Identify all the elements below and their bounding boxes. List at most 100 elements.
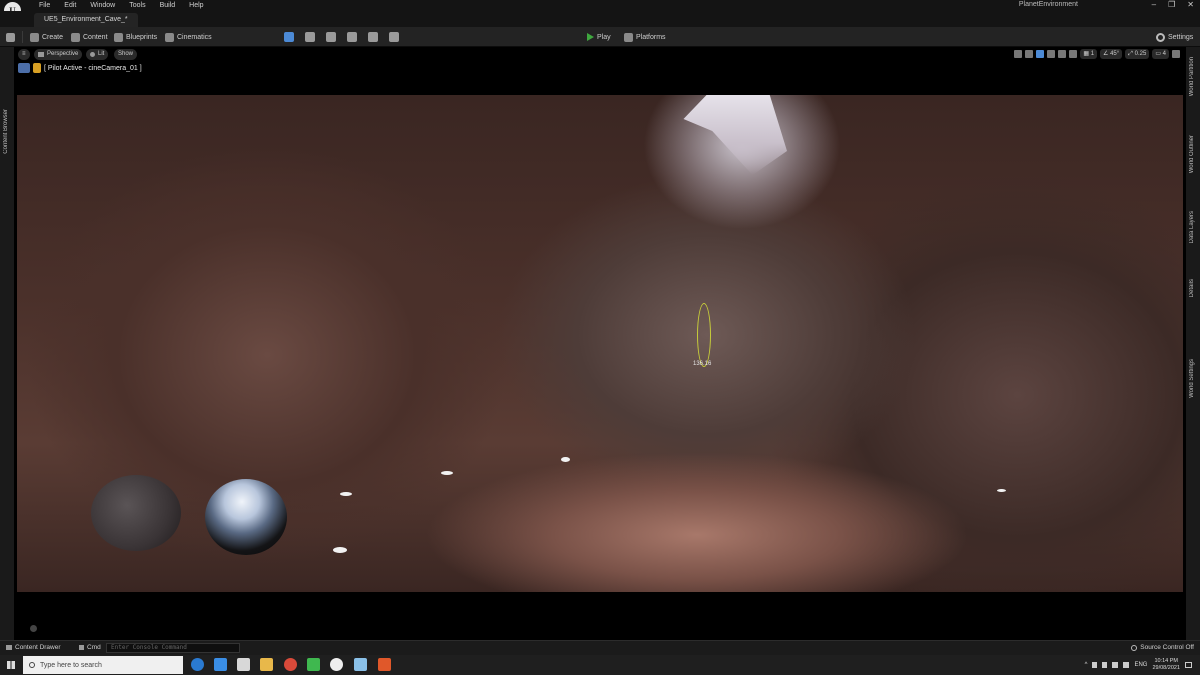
unreal-taskbar-icon[interactable] [330, 658, 343, 671]
menu-window[interactable]: Window [83, 1, 122, 10]
cinematics-icon [165, 32, 174, 42]
reference-sphere-rough [91, 475, 181, 551]
taskbar-search[interactable]: Type here to search [23, 656, 183, 674]
menu-edit[interactable]: Edit [57, 1, 83, 10]
rotate-icon[interactable] [1036, 50, 1045, 58]
mail-icon[interactable] [214, 658, 227, 671]
level-viewport[interactable]: ≡ Perspective Lit Show ▦ 1 ∠ 45° ⤢ 0.25 … [14, 47, 1186, 640]
file-explorer-icon[interactable] [260, 658, 273, 671]
world-settings-tab[interactable]: World Settings [1189, 359, 1195, 398]
fracture-mode-icon[interactable] [368, 32, 378, 42]
spec-highlight [333, 547, 347, 553]
spec-highlight [997, 489, 1006, 492]
pilot-indicator: [ Pilot Active - cineCamera_01 ] [18, 63, 142, 73]
main-toolbar: Create Content Blueprints Cinematics Pla… [0, 27, 1200, 47]
close-button[interactable]: ✕ [1187, 0, 1194, 9]
translate-icon[interactable] [1025, 50, 1034, 58]
console-input[interactable]: Enter Console Command [106, 643, 240, 653]
select-mode-icon[interactable] [284, 32, 294, 42]
menu-file[interactable]: File [32, 1, 57, 10]
spec-highlight [340, 492, 352, 496]
network-icon[interactable] [1112, 662, 1119, 668]
select-icon[interactable] [1014, 50, 1023, 58]
cinematics-label: Cinematics [177, 33, 212, 41]
scale-icon[interactable] [1047, 50, 1056, 58]
maximize-button[interactable]: ❐ [1168, 0, 1175, 9]
lit-button[interactable]: Lit [86, 49, 109, 60]
level-tab[interactable]: UE5_Environment_Cave_* [34, 13, 138, 27]
world-space-icon[interactable] [1058, 50, 1067, 58]
reference-sphere-chrome [205, 479, 287, 555]
viewport-toolbar: ≡ Perspective Lit Show ▦ 1 ∠ 45° ⤢ 0.25 … [14, 47, 1186, 61]
project-name: PlanetEnvironment [1018, 1, 1078, 8]
perspective-label: Perspective [47, 51, 79, 57]
show-button[interactable]: Show [114, 49, 138, 60]
platforms-button[interactable]: Platforms [624, 30, 666, 44]
store-icon[interactable] [237, 658, 250, 671]
gear-icon [1156, 32, 1165, 42]
camera-speed-value[interactable]: ▭ 4 [1152, 49, 1169, 59]
minimize-button[interactable]: – [1152, 0, 1156, 9]
camera-icon[interactable] [18, 63, 30, 73]
status-bar: Content Drawer Cmd Enter Console Command… [0, 640, 1200, 655]
create-button[interactable]: Create [30, 30, 63, 44]
create-icon [30, 32, 39, 42]
app-icon[interactable] [307, 658, 320, 671]
chrome-icon[interactable] [284, 658, 297, 671]
surface-snap-icon[interactable] [1069, 50, 1078, 58]
tray-app-icon[interactable] [1092, 662, 1098, 668]
settings-button[interactable]: Settings [1156, 30, 1193, 44]
brush-edit-mode-icon[interactable] [389, 32, 399, 42]
camera-focus-gizmo[interactable] [697, 303, 711, 367]
play-button[interactable]: Play [587, 30, 611, 44]
content-button[interactable]: Content [71, 30, 108, 44]
windows-taskbar: Type here to search ^ ENG 10:14 PM 29/08… [0, 655, 1200, 675]
cmd-button[interactable]: Cmd [79, 644, 101, 651]
play-icon [587, 33, 594, 41]
show-label: Show [118, 51, 134, 57]
menu-bar: U File Edit Window Tools Build Help Plan… [0, 0, 1200, 19]
details-tab[interactable]: Details [1189, 279, 1195, 297]
notifications-icon[interactable] [1185, 662, 1192, 668]
right-side-strip: World Partition World Outliner Data Laye… [1186, 47, 1200, 640]
blueprints-button[interactable]: Blueprints [114, 30, 157, 44]
menu-help[interactable]: Help [182, 1, 210, 10]
windows-start-icon[interactable] [7, 661, 15, 669]
app-icon[interactable] [378, 658, 391, 671]
world-outliner-tab[interactable]: World Outliner [1189, 135, 1195, 173]
settings-label: Settings [1168, 33, 1194, 41]
world-partition-tab[interactable]: World Partition [1189, 57, 1195, 96]
source-control-button[interactable]: Source Control Off [1131, 644, 1194, 651]
cmd-icon [79, 645, 84, 650]
grid-snap-value[interactable]: ▦ 1 [1080, 49, 1098, 59]
viewport-menu-button[interactable]: ≡ [18, 49, 30, 60]
perspective-button[interactable]: Perspective [34, 49, 83, 60]
rotation-snap-value[interactable]: ∠ 45° [1100, 49, 1123, 59]
viewport-transform-tools: ▦ 1 ∠ 45° ⤢ 0.25 ▭ 4 [1014, 49, 1180, 59]
foliage-mode-icon[interactable] [326, 32, 336, 42]
clock[interactable]: 10:14 PM 29/08/2021 [1152, 658, 1180, 672]
data-layers-tab[interactable]: Data Layers [1189, 211, 1195, 243]
cinematics-button[interactable]: Cinematics [165, 30, 212, 44]
volume-icon[interactable] [1123, 662, 1130, 668]
eject-icon[interactable] [33, 63, 41, 73]
tray-app-icon[interactable] [1102, 662, 1108, 668]
app-icon[interactable] [354, 658, 367, 671]
content-drawer-button[interactable]: Content Drawer [6, 644, 61, 651]
edge-icon[interactable] [191, 658, 204, 671]
scale-snap-value[interactable]: ⤢ 0.25 [1125, 49, 1150, 59]
tray-chevron-icon[interactable]: ^ [1085, 662, 1088, 668]
content-label: Content [83, 33, 108, 41]
source-control-label: Source Control Off [1140, 644, 1194, 651]
content-browser-tab[interactable]: Content Browser [3, 109, 9, 154]
language-indicator[interactable]: ENG [1134, 662, 1147, 668]
menu-build[interactable]: Build [153, 1, 183, 10]
mesh-paint-mode-icon[interactable] [347, 32, 357, 42]
landscape-mode-icon[interactable] [305, 32, 315, 42]
save-button[interactable] [6, 30, 15, 44]
blueprints-icon [114, 32, 123, 42]
platforms-icon [624, 32, 633, 42]
menu-tools[interactable]: Tools [122, 1, 152, 10]
blueprints-label: Blueprints [126, 33, 158, 41]
viewport-layout-icon[interactable] [1172, 50, 1180, 58]
